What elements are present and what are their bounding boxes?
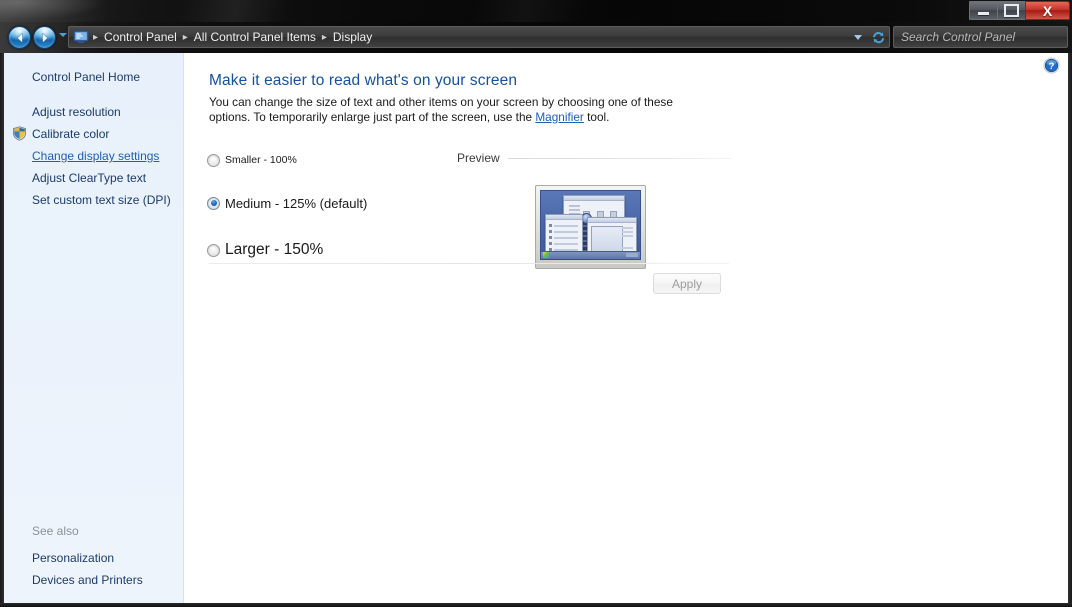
arrow-left-icon [16, 32, 22, 43]
sidebar-item-devices-and-printers[interactable]: Devices and Printers [4, 569, 184, 591]
preview-bar [569, 209, 581, 211]
magnifier-link[interactable]: Magnifier [535, 110, 584, 124]
sidebar-item-label: Calibrate color [32, 127, 110, 141]
title-bar-glow [0, 0, 150, 22]
sidebar-item-calibrate-color[interactable]: Calibrate color [4, 123, 184, 145]
window-controls: X [969, 1, 1070, 20]
client-area: Control Panel Home Adjust resolution Cal… [4, 53, 1068, 603]
breadcrumb-item-control-panel[interactable]: Control Panel [100, 29, 181, 45]
option-label: Medium - 125% (default) [225, 195, 368, 211]
text-size-options: Smaller - 100% Medium - 125% (default) L… [207, 149, 367, 266]
preview-rule [507, 157, 732, 159]
sidebar-item-label: Change display settings [32, 149, 160, 163]
preview-screen [540, 190, 641, 260]
option-larger-150[interactable]: Larger - 150% [207, 234, 367, 266]
sidebar-item-change-display-settings[interactable]: Change display settings [4, 145, 184, 167]
page-title: Make it easier to read what's on your sc… [209, 72, 518, 89]
preview-list-item [549, 224, 578, 227]
preview-label: Preview [457, 151, 500, 165]
recent-pages-dropdown[interactable] [59, 33, 67, 37]
search-input[interactable] [894, 29, 1060, 45]
preview-taskbar [541, 251, 640, 259]
preview-list-item [549, 242, 578, 245]
sidebar-item-personalization[interactable]: Personalization [4, 547, 184, 569]
see-also-heading: See also [32, 524, 79, 538]
back-button[interactable] [8, 26, 31, 49]
preview-list [549, 224, 578, 254]
svg-text:?: ? [1049, 61, 1055, 72]
refresh-icon[interactable] [871, 30, 886, 45]
apply-button[interactable]: Apply [653, 273, 721, 294]
breadcrumb-separator-2: ▸ [321, 31, 327, 43]
sidebar: Control Panel Home Adjust resolution Cal… [4, 53, 184, 603]
radio-larger-150[interactable] [207, 243, 220, 257]
breadcrumb-item-all-control-panel-items[interactable]: All Control Panel Items [190, 29, 320, 45]
search-box[interactable] [893, 26, 1068, 48]
page-description: You can change the size of text and othe… [209, 95, 709, 125]
arrow-right-icon [42, 32, 48, 43]
preview-monitor [535, 185, 646, 269]
address-bar-container: ▸ Control Panel ▸ All Control Panel Item… [0, 22, 1072, 53]
description-text-2: tool. [583, 110, 610, 124]
breadcrumb-item-display[interactable]: Display [329, 29, 376, 45]
sidebar-item-label: Control Panel Home [32, 70, 141, 84]
close-button[interactable]: X [1025, 1, 1070, 20]
breadcrumb: ▸ Control Panel ▸ All Control Panel Item… [91, 29, 376, 45]
breadcrumb-separator-1: ▸ [182, 31, 188, 43]
sidebar-item-control-panel-home[interactable]: Control Panel Home [4, 66, 184, 88]
forward-button[interactable] [33, 26, 56, 49]
preview-list-item [549, 236, 578, 239]
preview-list-item [549, 230, 578, 233]
close-icon: X [1042, 2, 1053, 19]
radio-medium-125[interactable] [207, 196, 220, 210]
preview-bar [569, 205, 581, 207]
sidebar-item-adjust-resolution[interactable]: Adjust resolution [4, 101, 184, 123]
breadcrumb-separator-0: ▸ [93, 31, 99, 43]
help-icon[interactable]: ? [1043, 57, 1060, 74]
control-panel-icon [73, 30, 89, 43]
option-label: Smaller - 100% [225, 154, 297, 166]
window-title-bar: X [0, 0, 1072, 22]
sidebar-top-group: Control Panel Home Adjust resolution Cal… [4, 53, 184, 211]
option-medium-125[interactable]: Medium - 125% (default) [207, 189, 367, 217]
minimize-button[interactable] [969, 1, 998, 20]
content-divider [209, 263, 729, 264]
sidebar-item-set-custom-text-size[interactable]: Set custom text size (DPI) [4, 189, 184, 211]
maximize-button[interactable] [997, 1, 1026, 20]
window-frame-right [1068, 53, 1072, 607]
preview-window-titlebar [546, 215, 582, 220]
preview-window-titlebar [588, 218, 636, 223]
chevron-down-icon[interactable] [854, 34, 862, 40]
sidebar-spacer-top [4, 53, 184, 66]
sidebar-item-label: Personalization [32, 551, 115, 565]
window-frame-left [0, 53, 4, 607]
address-bar[interactable]: ▸ Control Panel ▸ All Control Panel Item… [68, 26, 890, 48]
preview-section: Preview [457, 151, 732, 269]
content-pane: ? Make it easier to read what's on your … [185, 53, 1068, 603]
window-frame-bottom [0, 603, 1072, 607]
display-settings-window: X ▸ Control Panel ▸ All Control Panel It… [0, 0, 1072, 607]
address-bar-actions [854, 30, 889, 45]
sidebar-item-label: Set custom text size (DPI) [32, 193, 171, 207]
preview-header: Preview [457, 151, 732, 165]
sidebar-item-label: Adjust resolution [32, 105, 121, 119]
radio-smaller-100[interactable] [207, 153, 220, 167]
shield-icon [13, 126, 26, 141]
preview-start-icon [543, 252, 549, 258]
sidebar-item-label: Devices and Printers [32, 573, 143, 587]
option-label: Larger - 150% [225, 241, 324, 258]
sidebar-item-label: Adjust ClearType text [32, 171, 147, 185]
sidebar-item-adjust-cleartype-text[interactable]: Adjust ClearType text [4, 167, 184, 189]
option-smaller-100[interactable]: Smaller - 100% [207, 149, 367, 171]
preview-tray [626, 253, 638, 257]
sidebar-see-also-group: See also Personalization Devices and Pri… [4, 520, 184, 591]
